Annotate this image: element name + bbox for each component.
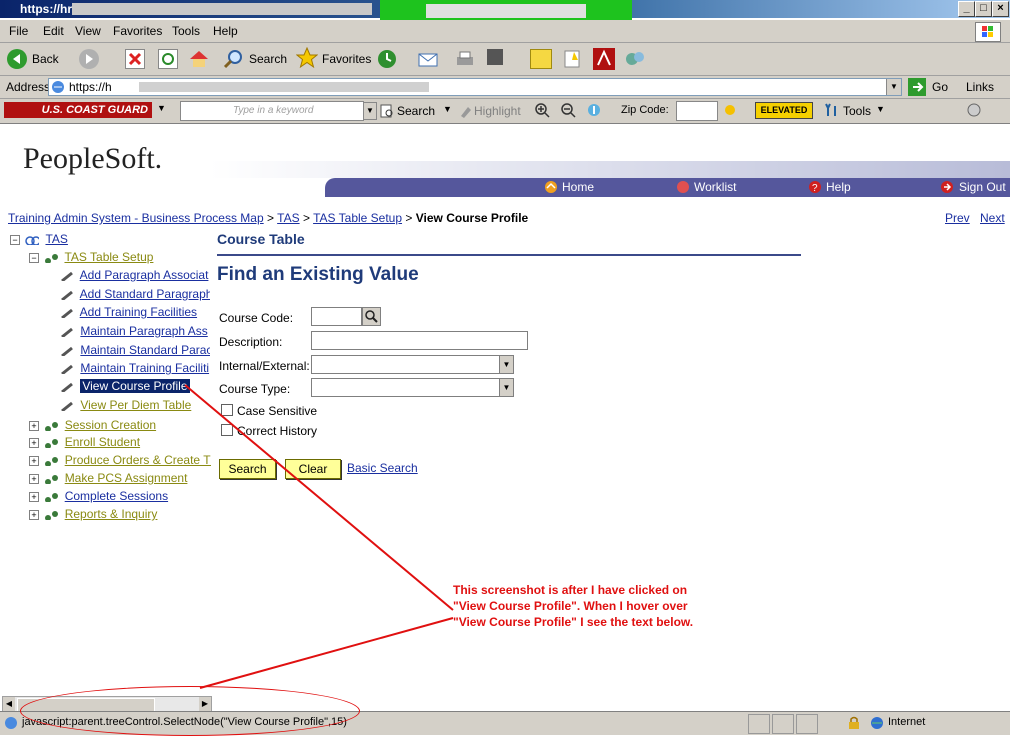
annotation-text: This screenshot is after I have clicked … bbox=[453, 582, 753, 630]
internet-zone-icon bbox=[870, 716, 884, 733]
status-panel bbox=[772, 714, 794, 734]
annotation-line-3: "View Course Profile" I see the text bel… bbox=[453, 615, 694, 629]
zone-label: Internet bbox=[888, 716, 926, 728]
status-panel bbox=[796, 714, 818, 734]
annotation-ellipse bbox=[20, 686, 360, 736]
page-status-icon bbox=[4, 716, 18, 733]
scroll-left-icon[interactable]: ◀ bbox=[3, 697, 15, 711]
annotation-line-1: This screenshot is after I have clicked … bbox=[453, 583, 688, 597]
status-panel bbox=[748, 714, 770, 734]
annotation-line-2: "View Course Profile". When I hover over bbox=[453, 599, 688, 613]
lock-icon bbox=[848, 716, 860, 733]
